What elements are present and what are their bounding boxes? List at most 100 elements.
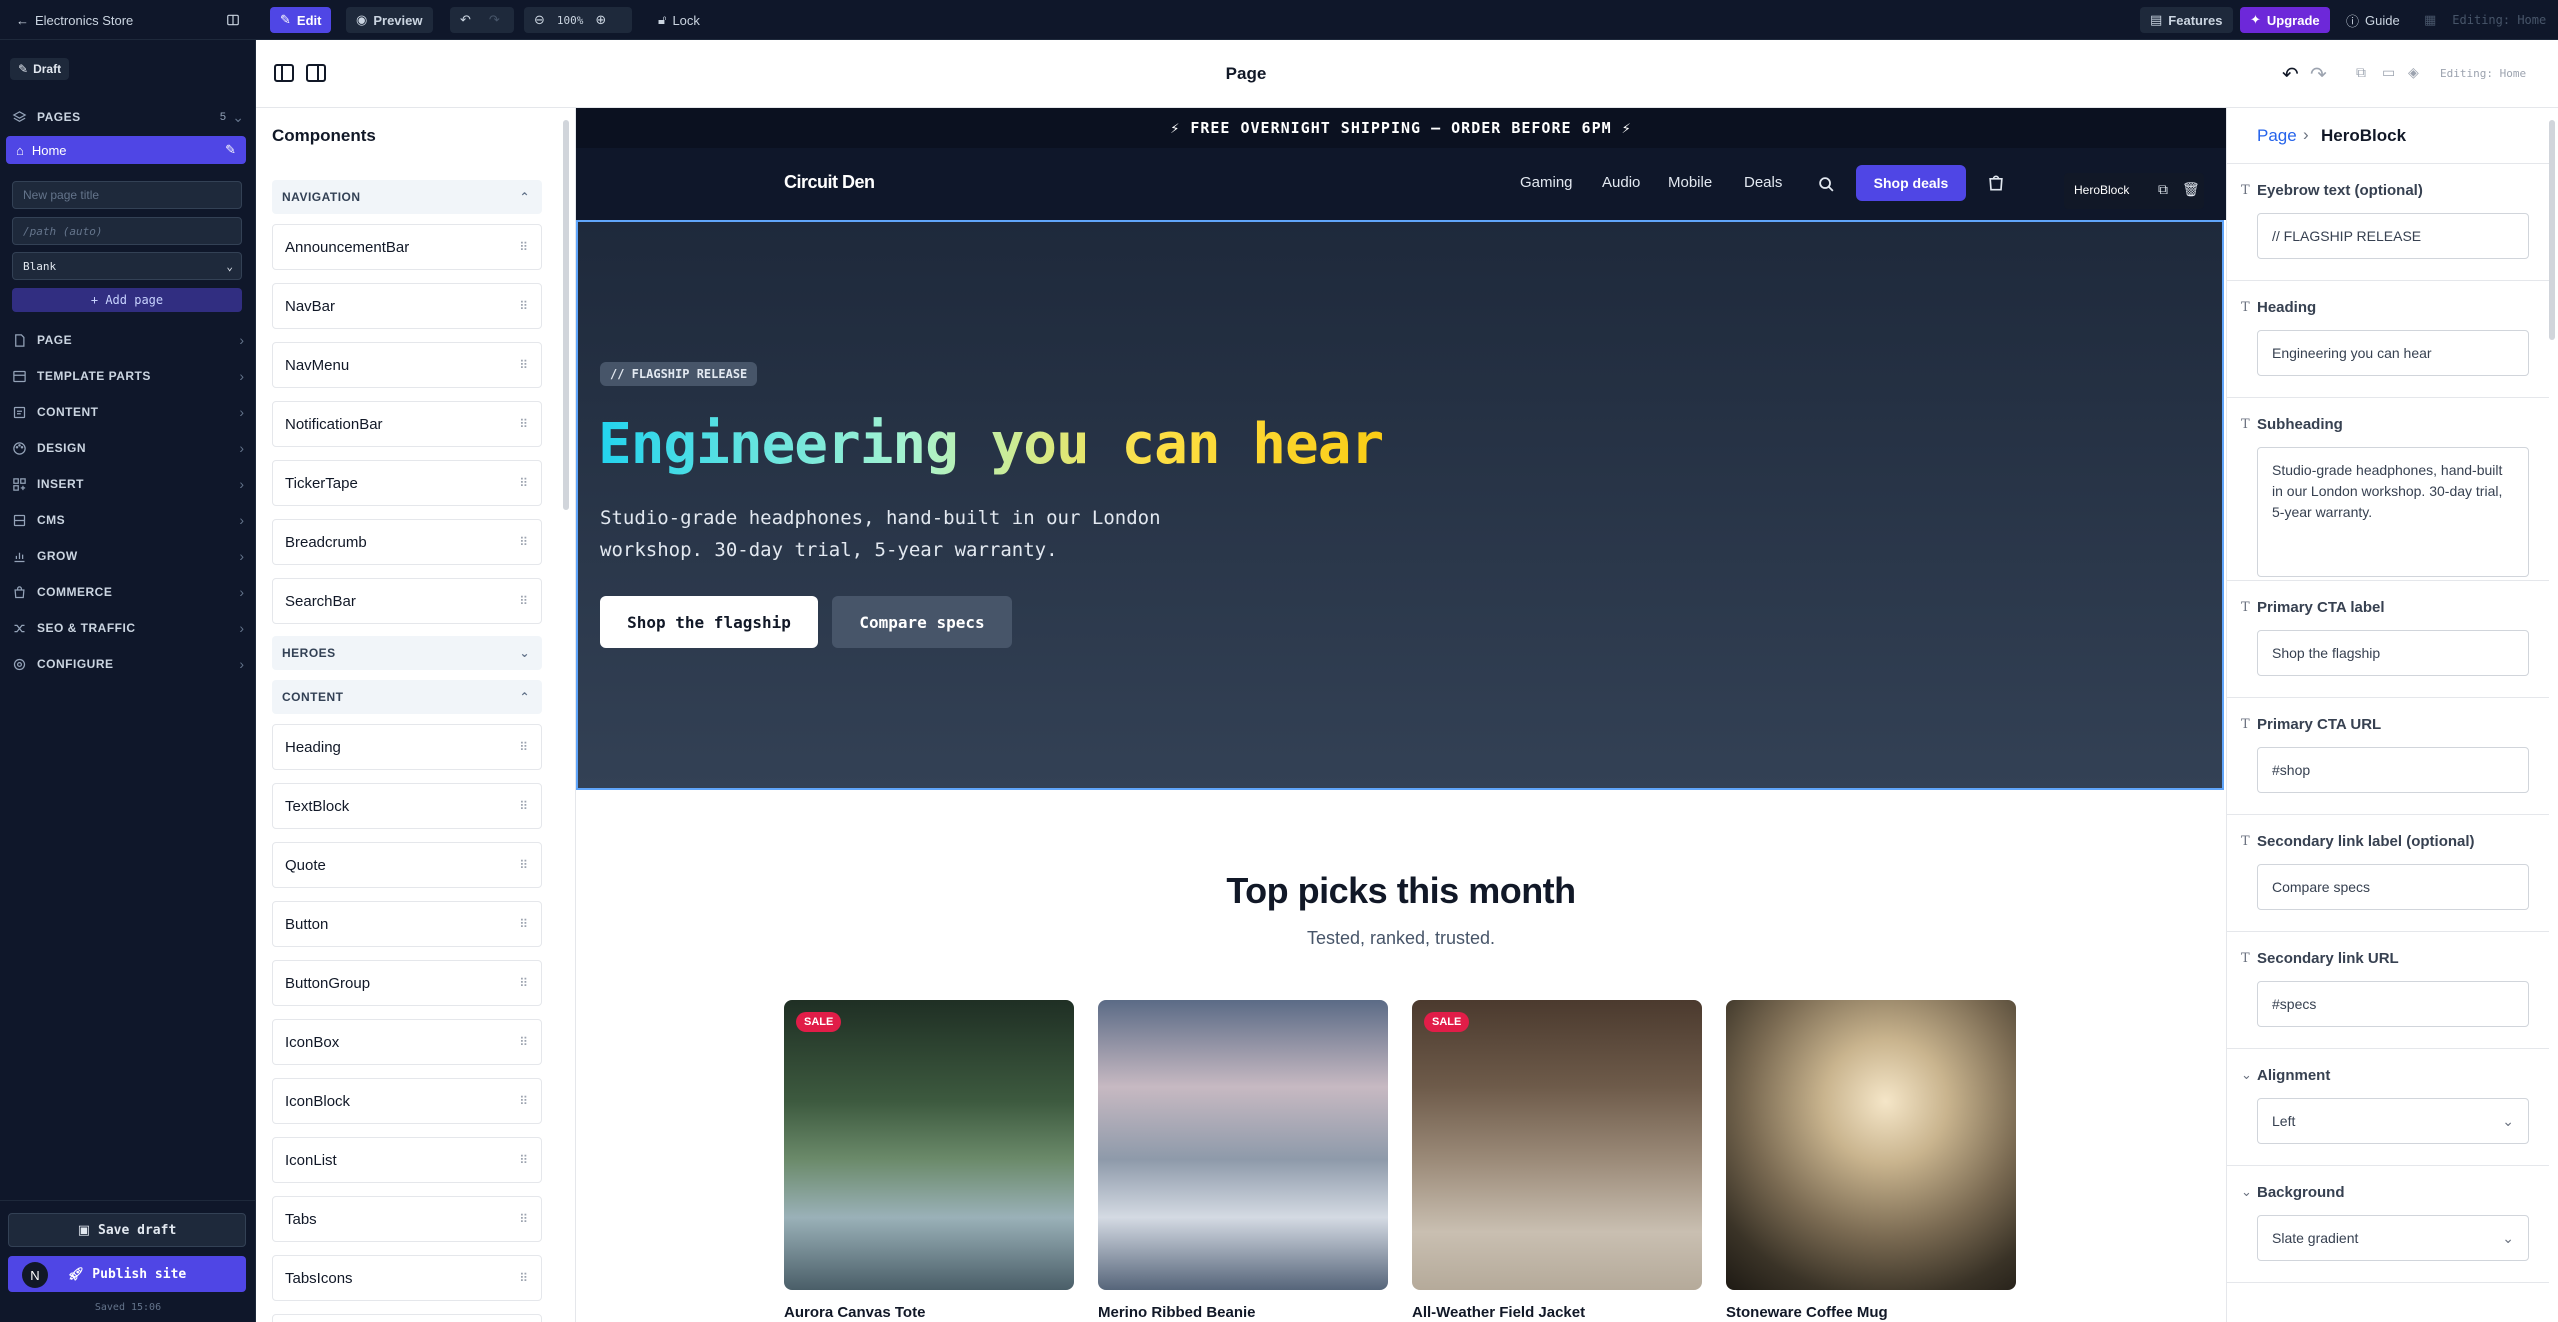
drag-handle-icon[interactable]: ⠿	[519, 1153, 528, 1167]
nav-link-deals[interactable]: Deals	[1744, 174, 1782, 191]
product-name[interactable]: Aurora Canvas Tote	[784, 1304, 925, 1321]
duplicate-icon[interactable]: ⧉	[2158, 181, 2168, 198]
component-tabsicons[interactable]: TabsIcons ⠿	[272, 1255, 542, 1301]
component-tabs[interactable]: Tabs ⠿	[272, 1196, 542, 1242]
component-more[interactable]	[272, 1314, 542, 1322]
upgrade-button[interactable]: ✦ Upgrade	[2240, 7, 2330, 33]
site-brand[interactable]: Circuit Den	[784, 172, 875, 193]
inspector-scrollbar[interactable]	[2549, 120, 2555, 340]
component-notificationbar[interactable]: NotificationBar ⠿	[272, 401, 542, 447]
section-seo-traffic[interactable]: SEO & TRAFFIC ›	[12, 614, 244, 642]
component-breadcrumb[interactable]: Breadcrumb ⠿	[272, 519, 542, 565]
component-searchbar[interactable]: SearchBar ⠿	[272, 578, 542, 624]
section-configure[interactable]: CONFIGURE ›	[12, 650, 244, 678]
secondary-link-label-input[interactable]: Compare specs	[2257, 864, 2529, 910]
hero-block[interactable]: // FLAGSHIP RELEASE Engineering you can …	[576, 220, 2224, 790]
template-select[interactable]: Blank ⌄	[12, 252, 242, 280]
cart-icon[interactable]	[1986, 173, 2006, 193]
page-path-input[interactable]: /path (auto)	[12, 217, 242, 245]
component-iconlist[interactable]: IconList ⠿	[272, 1137, 542, 1183]
component-navbar[interactable]: NavBar ⠿	[272, 283, 542, 329]
copy-icon[interactable]: ⧉	[2356, 64, 2366, 81]
product-card-image[interactable]: SALE	[1412, 1000, 1702, 1290]
section-content[interactable]: CONTENT ›	[12, 398, 244, 426]
section-design[interactable]: DESIGN ›	[12, 434, 244, 462]
drag-handle-icon[interactable]: ⠿	[519, 1094, 528, 1108]
section-content[interactable]: CONTENT ⌃	[272, 680, 542, 714]
component-buttongroup[interactable]: ButtonGroup ⠿	[272, 960, 542, 1006]
shop-deals-button[interactable]: Shop deals	[1856, 165, 1966, 201]
section-cms[interactable]: CMS ›	[12, 506, 244, 534]
avatar[interactable]: N	[22, 1262, 48, 1288]
component-textblock[interactable]: TextBlock ⠿	[272, 783, 542, 829]
collapse-sidebar-button[interactable]	[220, 7, 246, 33]
component-quote[interactable]: Quote ⠿	[272, 842, 542, 888]
section-grow[interactable]: GROW ›	[12, 542, 244, 570]
product-card-image[interactable]	[1098, 1000, 1388, 1290]
undo-icon[interactable]: ↶	[2282, 62, 2299, 87]
section-template-parts[interactable]: TEMPLATE PARTS ›	[12, 362, 244, 390]
component-navmenu[interactable]: NavMenu ⠿	[272, 342, 542, 388]
lock-button[interactable]: 🔓︎ Lock	[648, 7, 710, 33]
new-page-title-input[interactable]: New page title	[12, 181, 242, 209]
breadcrumb-page[interactable]: Page	[2257, 126, 2297, 146]
section-navigation[interactable]: NAVIGATION ⌃	[272, 180, 542, 214]
drag-handle-icon[interactable]: ⠿	[519, 740, 528, 754]
zoom-out-icon[interactable]: ⊖	[534, 12, 545, 28]
add-page-button[interactable]: + Add page	[12, 288, 242, 312]
section-page[interactable]: PAGE ›	[12, 326, 244, 354]
component-tickertape[interactable]: TickerTape ⠿	[272, 460, 542, 506]
background-select[interactable]: Slate gradient ⌄	[2257, 1215, 2529, 1261]
drag-handle-icon[interactable]: ⠿	[519, 1035, 528, 1049]
nav-link-audio[interactable]: Audio	[1602, 174, 1640, 191]
edit-page-icon[interactable]: ✎	[225, 142, 236, 158]
redo-icon[interactable]: ↷	[2310, 62, 2327, 87]
pages-section-header[interactable]: PAGES 5 ⌄	[12, 103, 244, 131]
nav-link-gaming[interactable]: Gaming	[1520, 174, 1573, 191]
heading-input[interactable]: Engineering you can hear	[2257, 330, 2529, 376]
section-commerce[interactable]: COMMERCE ›	[12, 578, 244, 606]
product-name[interactable]: All-Weather Field Jacket	[1412, 1304, 1585, 1321]
undo-icon[interactable]: ↶	[460, 12, 471, 28]
hero-secondary-cta[interactable]: Compare specs	[832, 596, 1012, 648]
features-button[interactable]: ▤ Features	[2140, 7, 2233, 33]
secondary-link-url-input[interactable]: #specs	[2257, 981, 2529, 1027]
primary-cta-url-input[interactable]: #shop	[2257, 747, 2529, 793]
drag-handle-icon[interactable]: ⠿	[519, 858, 528, 872]
drag-handle-icon[interactable]: ⠿	[519, 799, 528, 813]
drag-handle-icon[interactable]: ⠿	[519, 476, 528, 490]
drag-handle-icon[interactable]: ⠿	[519, 1271, 528, 1285]
drag-handle-icon[interactable]: ⠿	[519, 917, 528, 931]
hero-primary-cta[interactable]: Shop the flagship	[600, 596, 818, 648]
drag-handle-icon[interactable]: ⠿	[519, 240, 528, 254]
product-name[interactable]: Stoneware Coffee Mug	[1726, 1304, 1888, 1321]
zoom-in-icon[interactable]: ⊕	[595, 12, 606, 28]
primary-cta-label-input[interactable]: Shop the flagship	[2257, 630, 2529, 676]
subheading-textarea[interactable]: Studio-grade headphones, hand-built in o…	[2257, 447, 2529, 577]
announcement-bar[interactable]: ⚡ FREE OVERNIGHT SHIPPING — ORDER BEFORE…	[576, 108, 2226, 148]
layers-icon[interactable]: ◈	[2408, 64, 2419, 81]
trash-icon[interactable]: 🗑︎	[2182, 181, 2200, 198]
component-button[interactable]: Button ⠿	[272, 901, 542, 947]
drag-handle-icon[interactable]: ⠿	[519, 1212, 528, 1226]
drag-handle-icon[interactable]: ⠿	[519, 299, 528, 313]
components-scrollbar[interactable]	[563, 120, 569, 510]
search-icon[interactable]	[1818, 176, 1835, 193]
guide-button[interactable]: ⓘ Guide	[2336, 7, 2410, 33]
product-name[interactable]: Merino Ribbed Beanie	[1098, 1304, 1256, 1321]
preview-mode-button[interactable]: ◉ Preview	[346, 7, 433, 33]
section-heroes[interactable]: HEROES ⌄	[272, 636, 542, 670]
page-item-home[interactable]: ⌂ Home ✎	[6, 136, 246, 164]
edit-mode-button[interactable]: ✎ Edit	[270, 7, 332, 33]
drag-handle-icon[interactable]: ⠿	[519, 417, 528, 431]
eyebrow-input[interactable]: // FLAGSHIP RELEASE	[2257, 213, 2529, 259]
clipboard-icon[interactable]: ▭	[2382, 64, 2395, 81]
back-to-store[interactable]: ← Electronics Store	[6, 7, 143, 33]
drag-handle-icon[interactable]: ⠿	[519, 535, 528, 549]
component-iconblock[interactable]: IconBlock ⠿	[272, 1078, 542, 1124]
alignment-select[interactable]: Left ⌄	[2257, 1098, 2529, 1144]
save-draft-button[interactable]: ▣ Save draft	[8, 1213, 246, 1247]
product-card-image[interactable]: SALE	[784, 1000, 1074, 1290]
redo-icon[interactable]: ↷	[489, 12, 500, 28]
component-announcementbar[interactable]: AnnouncementBar ⠿	[272, 224, 542, 270]
